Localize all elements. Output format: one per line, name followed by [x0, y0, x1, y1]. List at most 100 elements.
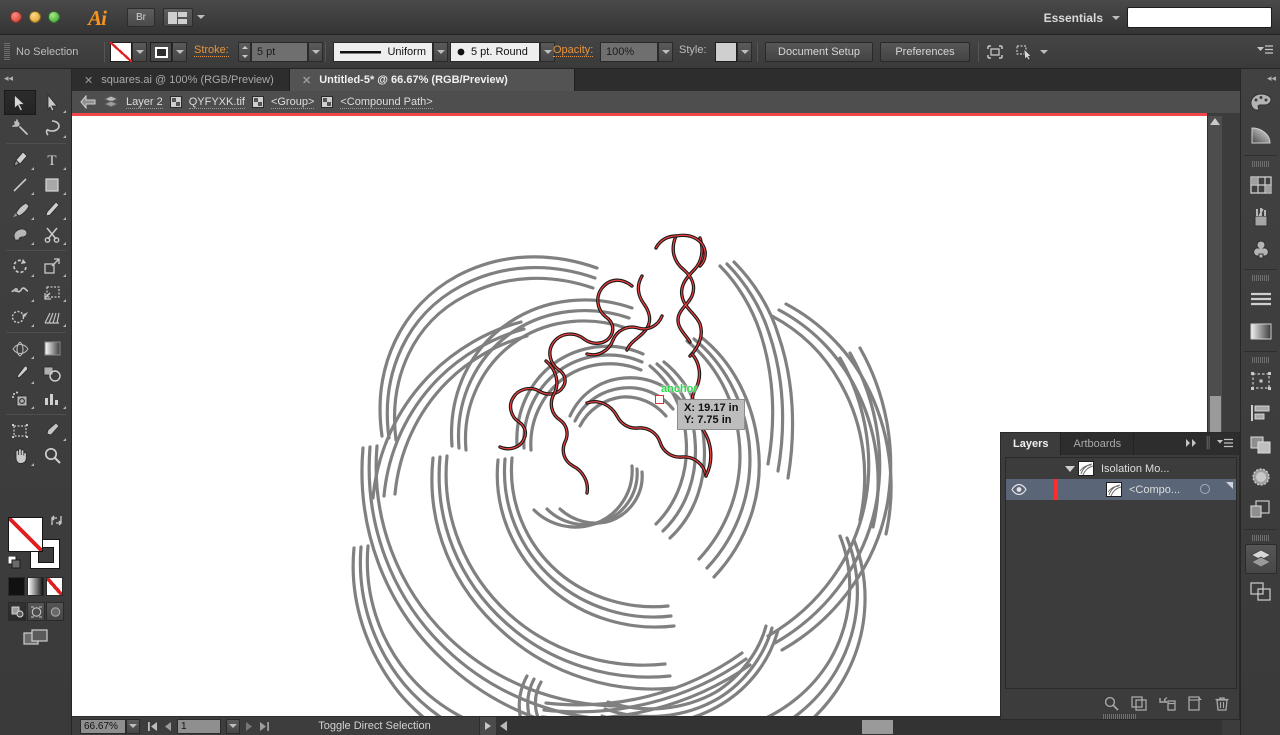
document-tab-untitled5[interactable]: ✕ Untitled-5* @ 66.67% (RGB/Preview) — [290, 69, 575, 91]
transform-artboard-icon[interactable] — [985, 42, 1005, 62]
zoom-tool[interactable] — [36, 443, 68, 468]
color-mode-solid[interactable] — [8, 577, 25, 596]
dock-group-grip[interactable] — [1252, 357, 1269, 363]
breadcrumb-item-group[interactable]: <Group> — [270, 96, 315, 109]
stroke-color-swatch[interactable] — [150, 42, 172, 62]
scale-tool[interactable] — [36, 254, 68, 279]
layer-selected-indicator[interactable] — [1226, 482, 1233, 489]
layers-panel-resize-grip[interactable] — [1103, 714, 1137, 719]
pen-tool[interactable] — [4, 147, 36, 172]
screen-mode-button[interactable] — [22, 627, 50, 649]
tab-layers[interactable]: Layers — [1001, 433, 1062, 455]
layers-list[interactable]: Isolation Mo... <Compo... — [1005, 457, 1237, 689]
control-bar-grip[interactable] — [4, 43, 10, 61]
stroke-profile-select[interactable]: Uniform — [333, 42, 433, 62]
color-mode-gradient[interactable] — [27, 577, 44, 596]
artboards-panel-icon[interactable] — [1245, 576, 1277, 606]
artboard-tool[interactable] — [4, 418, 36, 443]
opacity-label[interactable]: Opacity: — [553, 44, 594, 57]
layer-name-label[interactable]: <Compo... — [1129, 484, 1180, 496]
line-segment-tool[interactable] — [4, 172, 36, 197]
color-mode-none[interactable] — [46, 577, 63, 596]
opacity-value[interactable]: 100% — [600, 42, 658, 62]
create-new-sublayer-icon[interactable] — [1159, 696, 1176, 711]
breadcrumb-item-layer2[interactable]: Layer 2 — [126, 96, 163, 109]
first-artboard-icon[interactable] — [147, 721, 158, 732]
zoom-level-input[interactable]: 66.67% — [80, 718, 126, 734]
blob-brush-tool[interactable] — [4, 222, 36, 247]
gradient-tool[interactable] — [36, 336, 68, 361]
create-new-layer-icon[interactable] — [1188, 695, 1203, 711]
graphic-style-swatch[interactable] — [715, 42, 737, 62]
stroke-weight-stepper[interactable] — [238, 42, 251, 62]
close-window-button[interactable] — [10, 11, 22, 23]
dock-group-grip[interactable] — [1252, 275, 1269, 281]
transform-panel-icon[interactable] — [1245, 366, 1277, 396]
document-tab-squares[interactable]: ✕ squares.ai @ 100% (RGB/Preview) — [72, 69, 290, 91]
layers-panel-menu-icon[interactable] — [1217, 438, 1233, 449]
layer-row-compound-path[interactable]: <Compo... — [1006, 479, 1236, 500]
brushes-panel-icon[interactable] — [1245, 202, 1277, 232]
stroke-weight-label[interactable]: Stroke: — [194, 44, 229, 57]
select-similar-objects-icon[interactable] — [1015, 42, 1035, 62]
layer-disclosure-triangle[interactable] — [1062, 465, 1078, 472]
exit-isolation-back-icon[interactable] — [80, 95, 96, 109]
collapse-panel-icon[interactable] — [1185, 438, 1199, 448]
stroke-panel-icon[interactable] — [1245, 284, 1277, 314]
type-tool[interactable]: T — [36, 147, 68, 172]
swatches-panel-icon[interactable] — [1245, 170, 1277, 200]
layer-name-label[interactable]: Isolation Mo... — [1101, 463, 1169, 475]
last-artboard-icon[interactable] — [259, 721, 270, 732]
hand-tool[interactable] — [4, 443, 36, 468]
blend-tool[interactable] — [36, 361, 68, 386]
artboard-number-dropdown-button[interactable] — [226, 718, 240, 734]
eyedropper-tool[interactable] — [4, 361, 36, 386]
close-tab-icon[interactable]: ✕ — [302, 74, 311, 87]
scroll-up-arrow-icon[interactable] — [1210, 118, 1220, 125]
search-help-input[interactable] — [1127, 7, 1272, 28]
layer-row-isolation-mode[interactable]: Isolation Mo... — [1006, 458, 1236, 479]
column-graph-tool[interactable] — [36, 386, 68, 411]
breadcrumb-item-image[interactable]: QYFYXK.tif — [188, 96, 245, 109]
free-transform-tool[interactable] — [36, 279, 68, 304]
next-artboard-icon[interactable] — [245, 721, 254, 732]
toolbar-collapse-icon[interactable]: ◂◂ — [4, 73, 13, 84]
direct-selection-tool[interactable] — [36, 90, 68, 115]
tab-artboards[interactable]: Artboards — [1061, 433, 1135, 455]
gradient-panel-icon[interactable] — [1245, 316, 1277, 346]
brush-definition-select[interactable]: 5 pt. Round — [450, 42, 540, 62]
artboard-number-input[interactable]: 1 — [177, 718, 221, 734]
transparency-panel-icon[interactable] — [1245, 462, 1277, 492]
zoom-level-dropdown-button[interactable] — [126, 718, 140, 734]
selected-anchor-point[interactable] — [655, 395, 664, 404]
perspective-grid-tool[interactable] — [36, 304, 68, 329]
layers-panel-icon[interactable] — [1244, 544, 1277, 574]
pencil-tool[interactable] — [36, 197, 68, 222]
draw-inside-icon[interactable] — [46, 602, 64, 621]
magic-wand-tool[interactable] — [4, 115, 36, 140]
shape-builder-tool[interactable] — [4, 304, 36, 329]
color-panel-icon[interactable] — [1245, 88, 1277, 118]
color-guide-panel-icon[interactable] — [1245, 120, 1277, 150]
layer-visibility-toggle[interactable] — [1006, 484, 1032, 495]
lasso-tool[interactable] — [36, 115, 68, 140]
width-tool[interactable] — [4, 279, 36, 304]
stroke-dropdown-button[interactable] — [172, 42, 187, 62]
delete-selection-icon[interactable] — [1215, 696, 1229, 711]
fill-color-swatch[interactable] — [110, 42, 132, 62]
fill-dropdown-button[interactable] — [132, 42, 147, 62]
horizontal-scroll-thumb[interactable] — [862, 720, 893, 734]
select-similar-chevron-down-icon[interactable] — [1040, 50, 1048, 54]
scroll-left-arrow-icon[interactable] — [500, 721, 507, 731]
arrange-chevron-down-icon[interactable] — [197, 15, 205, 19]
previous-artboard-icon[interactable] — [163, 721, 172, 732]
align-panel-icon[interactable] — [1245, 398, 1277, 428]
workspace-switcher[interactable]: Essentials — [1044, 9, 1120, 27]
status-menu-arrow-icon[interactable] — [479, 716, 496, 735]
make-clipping-mask-icon[interactable] — [1131, 695, 1147, 711]
breadcrumb-item-compound-path[interactable]: <Compound Path> — [340, 96, 433, 109]
dock-group-grip[interactable] — [1252, 535, 1269, 541]
rectangle-tool[interactable] — [36, 172, 68, 197]
mesh-tool[interactable] — [4, 336, 36, 361]
dock-expand-icon[interactable]: ◂◂ — [1267, 73, 1276, 84]
